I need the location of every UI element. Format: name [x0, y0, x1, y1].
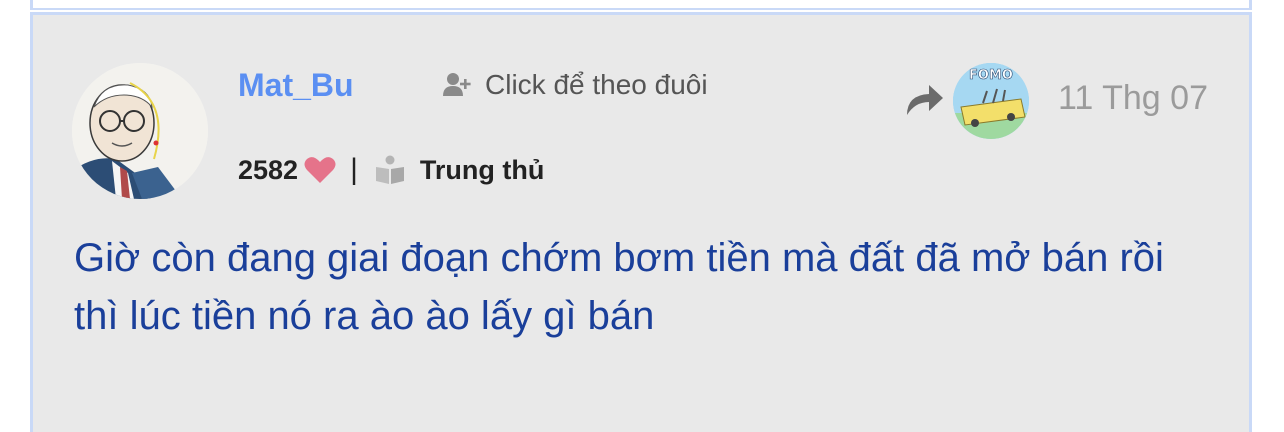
- share-button[interactable]: [905, 83, 945, 117]
- user-plus-icon: [443, 72, 471, 98]
- post-content: Giờ còn đang giai đoạn chớm bơm tiền mà …: [74, 236, 1164, 338]
- user-avatar[interactable]: [72, 63, 208, 199]
- forum-post: Mat_Bu Click để theo đuôi 2582 | Trung t…: [30, 12, 1252, 432]
- fomo-logo-image: FOMO: [953, 63, 1029, 139]
- stats-separator: |: [350, 153, 358, 186]
- logo-text: FOMO: [969, 68, 1013, 83]
- follow-label: Click để theo đuôi: [485, 69, 708, 100]
- book-icon: [374, 155, 406, 185]
- reputation-count: 2582: [238, 154, 299, 185]
- username-link[interactable]: Mat_Bu: [238, 67, 354, 104]
- user-stats: 2582 | Trung thủ: [238, 153, 544, 187]
- forum-category-logo[interactable]: FOMO: [953, 63, 1029, 139]
- previous-post-card: [30, 0, 1252, 10]
- post-date: 11 Thg 07: [1058, 79, 1208, 117]
- heart-icon: [304, 156, 336, 184]
- follow-button[interactable]: Click để theo đuôi: [443, 69, 708, 101]
- share-arrow-icon: [907, 85, 943, 115]
- page: Mat_Bu Click để theo đuôi 2582 | Trung t…: [0, 0, 1284, 432]
- avatar-portrait-illustration: [72, 63, 208, 199]
- user-rank: Trung thủ: [419, 154, 545, 185]
